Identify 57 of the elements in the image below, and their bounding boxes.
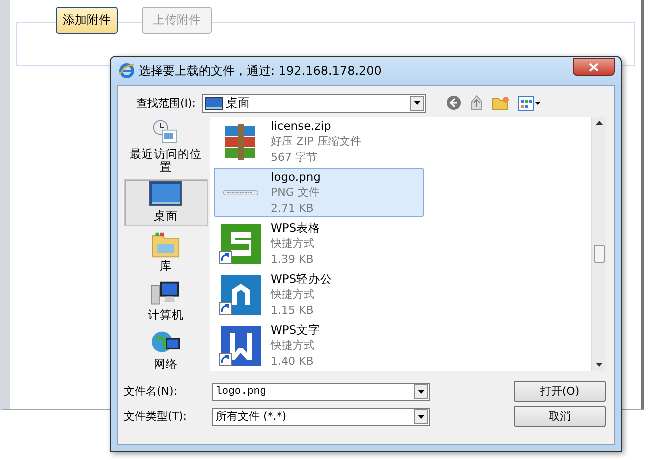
dialog-title: 选择要上载的文件，通过: 192.168.178.200	[139, 62, 383, 80]
file-size: 1.40 KB	[271, 354, 315, 370]
file-type-label: 文件类型(T):	[124, 409, 188, 424]
file-type-dropdown[interactable]: 所有文件 (*.*)	[212, 408, 430, 426]
caret-icon	[418, 414, 424, 418]
dropdown-button[interactable]	[414, 384, 428, 399]
cancel-button[interactable]: 取消	[514, 406, 606, 427]
desktop-icon	[205, 96, 223, 110]
file-type: 好压 ZIP 压缩文件	[271, 134, 362, 150]
back-icon[interactable]	[446, 95, 462, 111]
letter-w-tile-icon	[221, 326, 261, 366]
file-name: logo.png	[271, 168, 321, 184]
file-name: WPS表格	[271, 220, 321, 236]
up-folder-icon[interactable]	[470, 95, 484, 111]
cube-tile-icon	[221, 274, 261, 314]
look-in-dropdown[interactable]: 桌面	[202, 94, 426, 112]
add-attachment-button[interactable]: 添加附件	[56, 7, 118, 34]
desktop-icon	[149, 181, 183, 210]
file-name-label: 文件名(N):	[124, 384, 179, 399]
scrollbar[interactable]	[591, 117, 606, 371]
places-bar-item[interactable]: 网络	[124, 327, 208, 374]
places-bar-item[interactable]: 计算机	[124, 278, 208, 324]
file-size: 1.15 KB	[271, 302, 315, 318]
file-size: 567 字节	[271, 150, 318, 166]
close-button[interactable]	[573, 58, 615, 76]
file-item[interactable]: WPS文字 快捷方式 1.40 KB	[214, 321, 424, 370]
dropdown-button[interactable]	[410, 96, 424, 110]
scroll-down-icon[interactable]	[596, 363, 602, 367]
scrollbar-thumb[interactable]	[594, 245, 604, 263]
file-type: 快捷方式	[271, 338, 316, 354]
file-item[interactable]: license.zip 好压 ZIP 压缩文件 567 字节	[214, 117, 424, 166]
places-bar-item[interactable]: 桌面	[124, 179, 208, 226]
places-bar-item[interactable]: 最近访问的位置	[124, 117, 208, 176]
folder-icon	[150, 230, 182, 259]
places-bar-item[interactable]: 库	[124, 228, 208, 275]
file-type: PNG 文件	[271, 184, 321, 200]
open-button[interactable]: 打开(O)	[514, 381, 606, 402]
close-icon	[589, 62, 599, 72]
file-size: 2.71 KB	[271, 200, 315, 216]
browser-e-icon	[119, 63, 135, 79]
file-type: 快捷方式	[271, 236, 316, 252]
caret-icon	[414, 101, 420, 105]
letter-s-tile-icon	[221, 224, 261, 264]
file-size: 1.39 KB	[271, 252, 315, 268]
file-name: WPS轻办公	[271, 270, 333, 286]
dropdown-button[interactable]	[414, 409, 428, 424]
view-menu-icon[interactable]	[518, 96, 542, 110]
file-item[interactable]: logo.png PNG 文件 2.71 KB	[214, 168, 424, 217]
file-name: license.zip	[271, 118, 332, 134]
file-name: WPS文字	[271, 322, 321, 338]
caret-icon	[418, 390, 424, 394]
look-in-label: 查找范围(I):	[135, 96, 196, 110]
file-name-field[interactable]: logo.png	[212, 382, 430, 400]
file-item[interactable]: WPS表格 快捷方式 1.39 KB	[214, 219, 424, 268]
scroll-up-icon[interactable]	[596, 121, 602, 125]
file-item[interactable]: WPS轻办公 快捷方式 1.15 KB	[214, 270, 424, 319]
file-type: 快捷方式	[271, 286, 316, 302]
